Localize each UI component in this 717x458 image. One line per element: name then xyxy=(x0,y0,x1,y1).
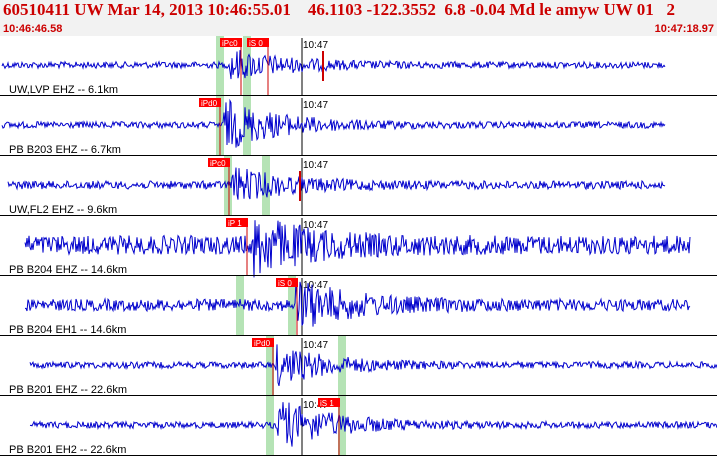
minute-mark-label: 10:47 xyxy=(303,340,328,351)
station-label: PB B201 EH2 -- 22.6km xyxy=(9,444,126,456)
station-label: UW,FL2 EHZ -- 9.6km xyxy=(9,204,117,216)
pick-label: iPc0 xyxy=(210,159,226,168)
trace-panel[interactable]: 10:47iS 1PB B201 EH2 -- 22.6km xyxy=(0,396,717,456)
waveform-trace xyxy=(7,167,666,200)
trace-panel[interactable]: 10:47 iPd0 PB B203 EHZ -- 6.7km xyxy=(0,96,717,156)
station-label: PB B204 EH1 -- 14.6km xyxy=(9,324,126,336)
station-label: PB B204 EHZ -- 14.6km xyxy=(9,264,127,276)
trace-panel[interactable]: 10:47 iP 1 PB B204 EHZ -- 14.6km xyxy=(0,218,717,278)
trace-panel[interactable]: 10:47 iS 0 PB B204 EH1 -- 14.6km xyxy=(0,276,717,336)
pick-label: iS 0 xyxy=(278,279,292,288)
trace-panel[interactable]: 10:47 iPc0 iS 0 UW,LVP EHZ -- 6.1km xyxy=(0,36,717,96)
minute-mark-label: 10:47 xyxy=(303,280,328,291)
pick-label: iS 1 xyxy=(320,399,334,408)
station-label: PB B201 EHZ -- 22.6km xyxy=(9,384,127,396)
pick-label: iPc0 xyxy=(222,39,238,48)
pick-label: iPd0 xyxy=(254,339,271,348)
waveform-trace xyxy=(1,98,666,148)
waveform-trace xyxy=(29,402,717,447)
minute-mark-label: 10:47 xyxy=(303,40,328,51)
station-label: PB B203 EHZ -- 6.7km xyxy=(9,144,121,156)
event-header: 60510411 UW Mar 14, 2013 10:46:55.01 46.… xyxy=(0,0,717,36)
pick-label: iPd0 xyxy=(201,99,218,108)
waveform-trace xyxy=(25,280,691,327)
waveform-trace xyxy=(29,344,717,387)
trace-panel[interactable]: 10:47 iPd0 PB B201 EHZ -- 22.6km xyxy=(0,336,717,396)
window-end-time: 10:47:18.97 xyxy=(654,23,714,35)
pick-window-band xyxy=(266,396,274,456)
pick-label: iP 1 xyxy=(228,219,242,228)
event-title: 60510411 UW Mar 14, 2013 10:46:55.01 46.… xyxy=(3,0,675,19)
waveform-trace xyxy=(1,50,666,80)
minute-mark-label: 10:47 xyxy=(303,160,328,171)
minute-mark-label: 10:47 xyxy=(303,220,328,231)
minute-mark-label: 10:47 xyxy=(303,100,328,111)
window-start-time: 10:46:46.58 xyxy=(3,23,63,35)
seismogram-panels[interactable]: 10:47 iPc0 iS 0 UW,LVP EHZ -- 6.1km 10:47 iPd… xyxy=(0,36,717,458)
trace-panel[interactable]: 10:47 iPc0 UW,FL2 EHZ -- 9.6km xyxy=(0,156,717,216)
station-label: UW,LVP EHZ -- 6.1km xyxy=(9,84,118,96)
pick-label: iS 0 xyxy=(249,39,263,48)
